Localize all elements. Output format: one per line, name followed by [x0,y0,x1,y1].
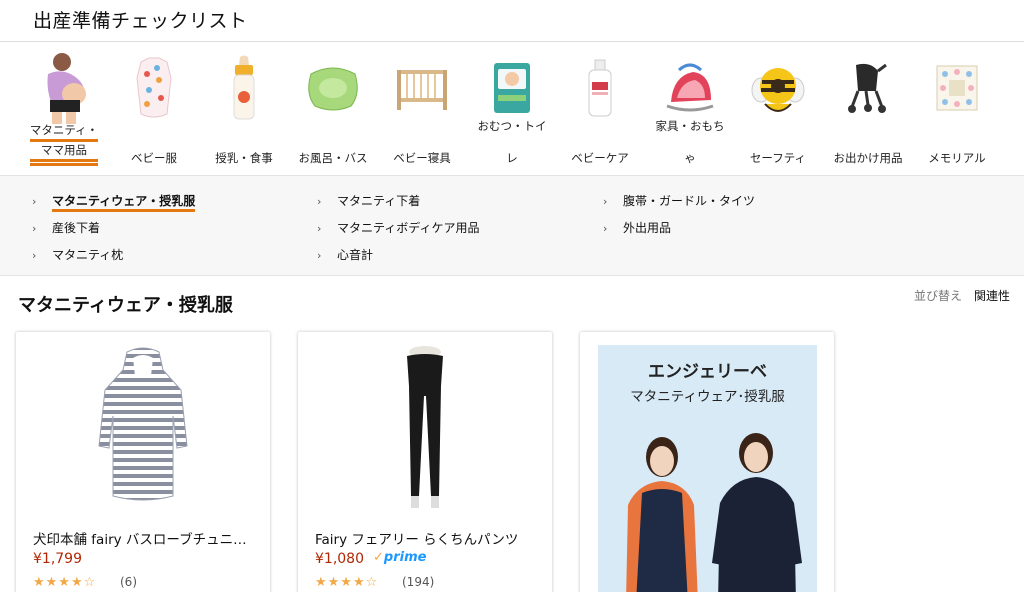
baby-clothes-icon [122,52,186,124]
category-furniture-toys[interactable]: 家具・おもちゃ [650,52,730,166]
product-title[interactable]: Fairy フェアリー らくちんパンツ [315,528,540,548]
bee-cushion-icon [746,52,810,124]
subcategory-heart-monitor[interactable]: › 心音計 [317,246,373,263]
subcategory-maternity-wear[interactable]: › マタニティウェア・授乳服 [32,192,196,212]
prime-badge: ✓prime [373,550,427,565]
subcategory-body-care[interactable]: › マタニティボディケア用品 [317,219,479,236]
baby-bottle-icon [212,52,276,124]
category-baby-clothes[interactable]: ベビー服 [114,52,194,166]
review-count[interactable]: (194) [402,575,434,589]
chevron-right-icon: › [32,195,37,208]
category-memorial[interactable]: メモリアル [917,52,997,166]
page: 出産準備チェックリスト マタニティ・ ママ用品 ベビー服 授乳・食事 お風呂・バ… [0,0,1024,592]
subcategory-maternity-underwear[interactable]: › マタニティ下着 [317,192,420,209]
lotion-bottle-icon [568,52,632,124]
stroller-icon [836,52,900,124]
rating-stars[interactable]: ★★★★☆ [315,575,378,590]
category-feeding[interactable]: 授乳・食事 [204,52,284,166]
chevron-right-icon: › [603,222,608,235]
sort-value[interactable]: 関連性 [974,289,1010,303]
prime-check-icon: ✓ [373,550,384,565]
baby-bath-icon [301,52,365,124]
subcategory-panel: › マタニティウェア・授乳服 › マタニティ下着 › 腹帯・ガードル・タイツ › 産後下… [0,175,1024,276]
category-strip: マタニティ・ ママ用品 ベビー服 授乳・食事 お風呂・バス ベビー寝具 おむつ・… [0,42,1024,175]
banner-models-image [626,433,802,592]
category-diapers[interactable]: おむつ・トイレ [472,52,552,166]
product-image[interactable] [298,346,552,516]
category-maternity[interactable]: マタニティ・ ママ用品 [24,52,104,166]
sort-control[interactable]: 並び替え 関連性 [914,287,1010,304]
pregnant-woman-icon [32,52,96,124]
chevron-right-icon: › [317,222,322,235]
product-price: ¥1,799 [33,551,82,567]
product-price: ¥1,080 [315,551,364,567]
product-card[interactable]: Fairy フェアリー らくちんパンツ ¥1,080 ✓prime ★★★★☆ … [298,332,552,592]
rating-stars[interactable]: ★★★★☆ [33,575,96,590]
subcategory-belly-band[interactable]: › 腹帯・ガードル・タイツ [603,192,755,209]
chevron-right-icon: › [317,195,322,208]
sort-label: 並び替え [914,289,963,303]
baby-crib-icon [390,52,454,124]
category-baby-care[interactable]: ベビーケア [560,52,640,166]
chevron-right-icon: › [603,195,608,208]
subcategory-maternity-pillow[interactable]: › マタニティ枕 [32,246,123,263]
product-title[interactable]: 犬印本舗 fairy バスローブチュニック [33,528,258,548]
subcategory-outing[interactable]: › 外出用品 [603,219,671,236]
page-title: 出産準備チェックリスト [33,10,248,32]
product-image[interactable] [16,346,270,516]
category-bath[interactable]: お風呂・バス [293,52,373,166]
subcategory-postpartum-underwear[interactable]: › 産後下着 [32,219,100,236]
category-bedding[interactable]: ベビー寝具 [382,52,462,166]
review-count[interactable]: (6) [120,575,137,589]
chevron-right-icon: › [317,249,322,262]
banner-subtitle: マタニティウェア･授乳服 [630,389,785,405]
section-title: マタニティウェア・授乳服 [18,295,233,316]
chevron-right-icon: › [32,222,37,235]
product-card[interactable]: 犬印本舗 fairy バスローブチュニック ¥1,799 ★★★★☆ (6) [16,332,270,592]
banner-title: エンジェリーベ [648,362,767,382]
diaper-pack-icon [480,52,544,124]
chevron-right-icon: › [32,249,37,262]
category-safety[interactable]: セーフティ [738,52,818,166]
brand-banner[interactable]: エンジェリーベ マタニティウェア･授乳服 [598,345,817,592]
category-outing[interactable]: お出かけ用品 [828,52,908,166]
header: 出産準備チェックリスト [0,0,1024,42]
baby-bouncer-icon [658,52,722,124]
memorial-frame-icon [925,52,989,124]
